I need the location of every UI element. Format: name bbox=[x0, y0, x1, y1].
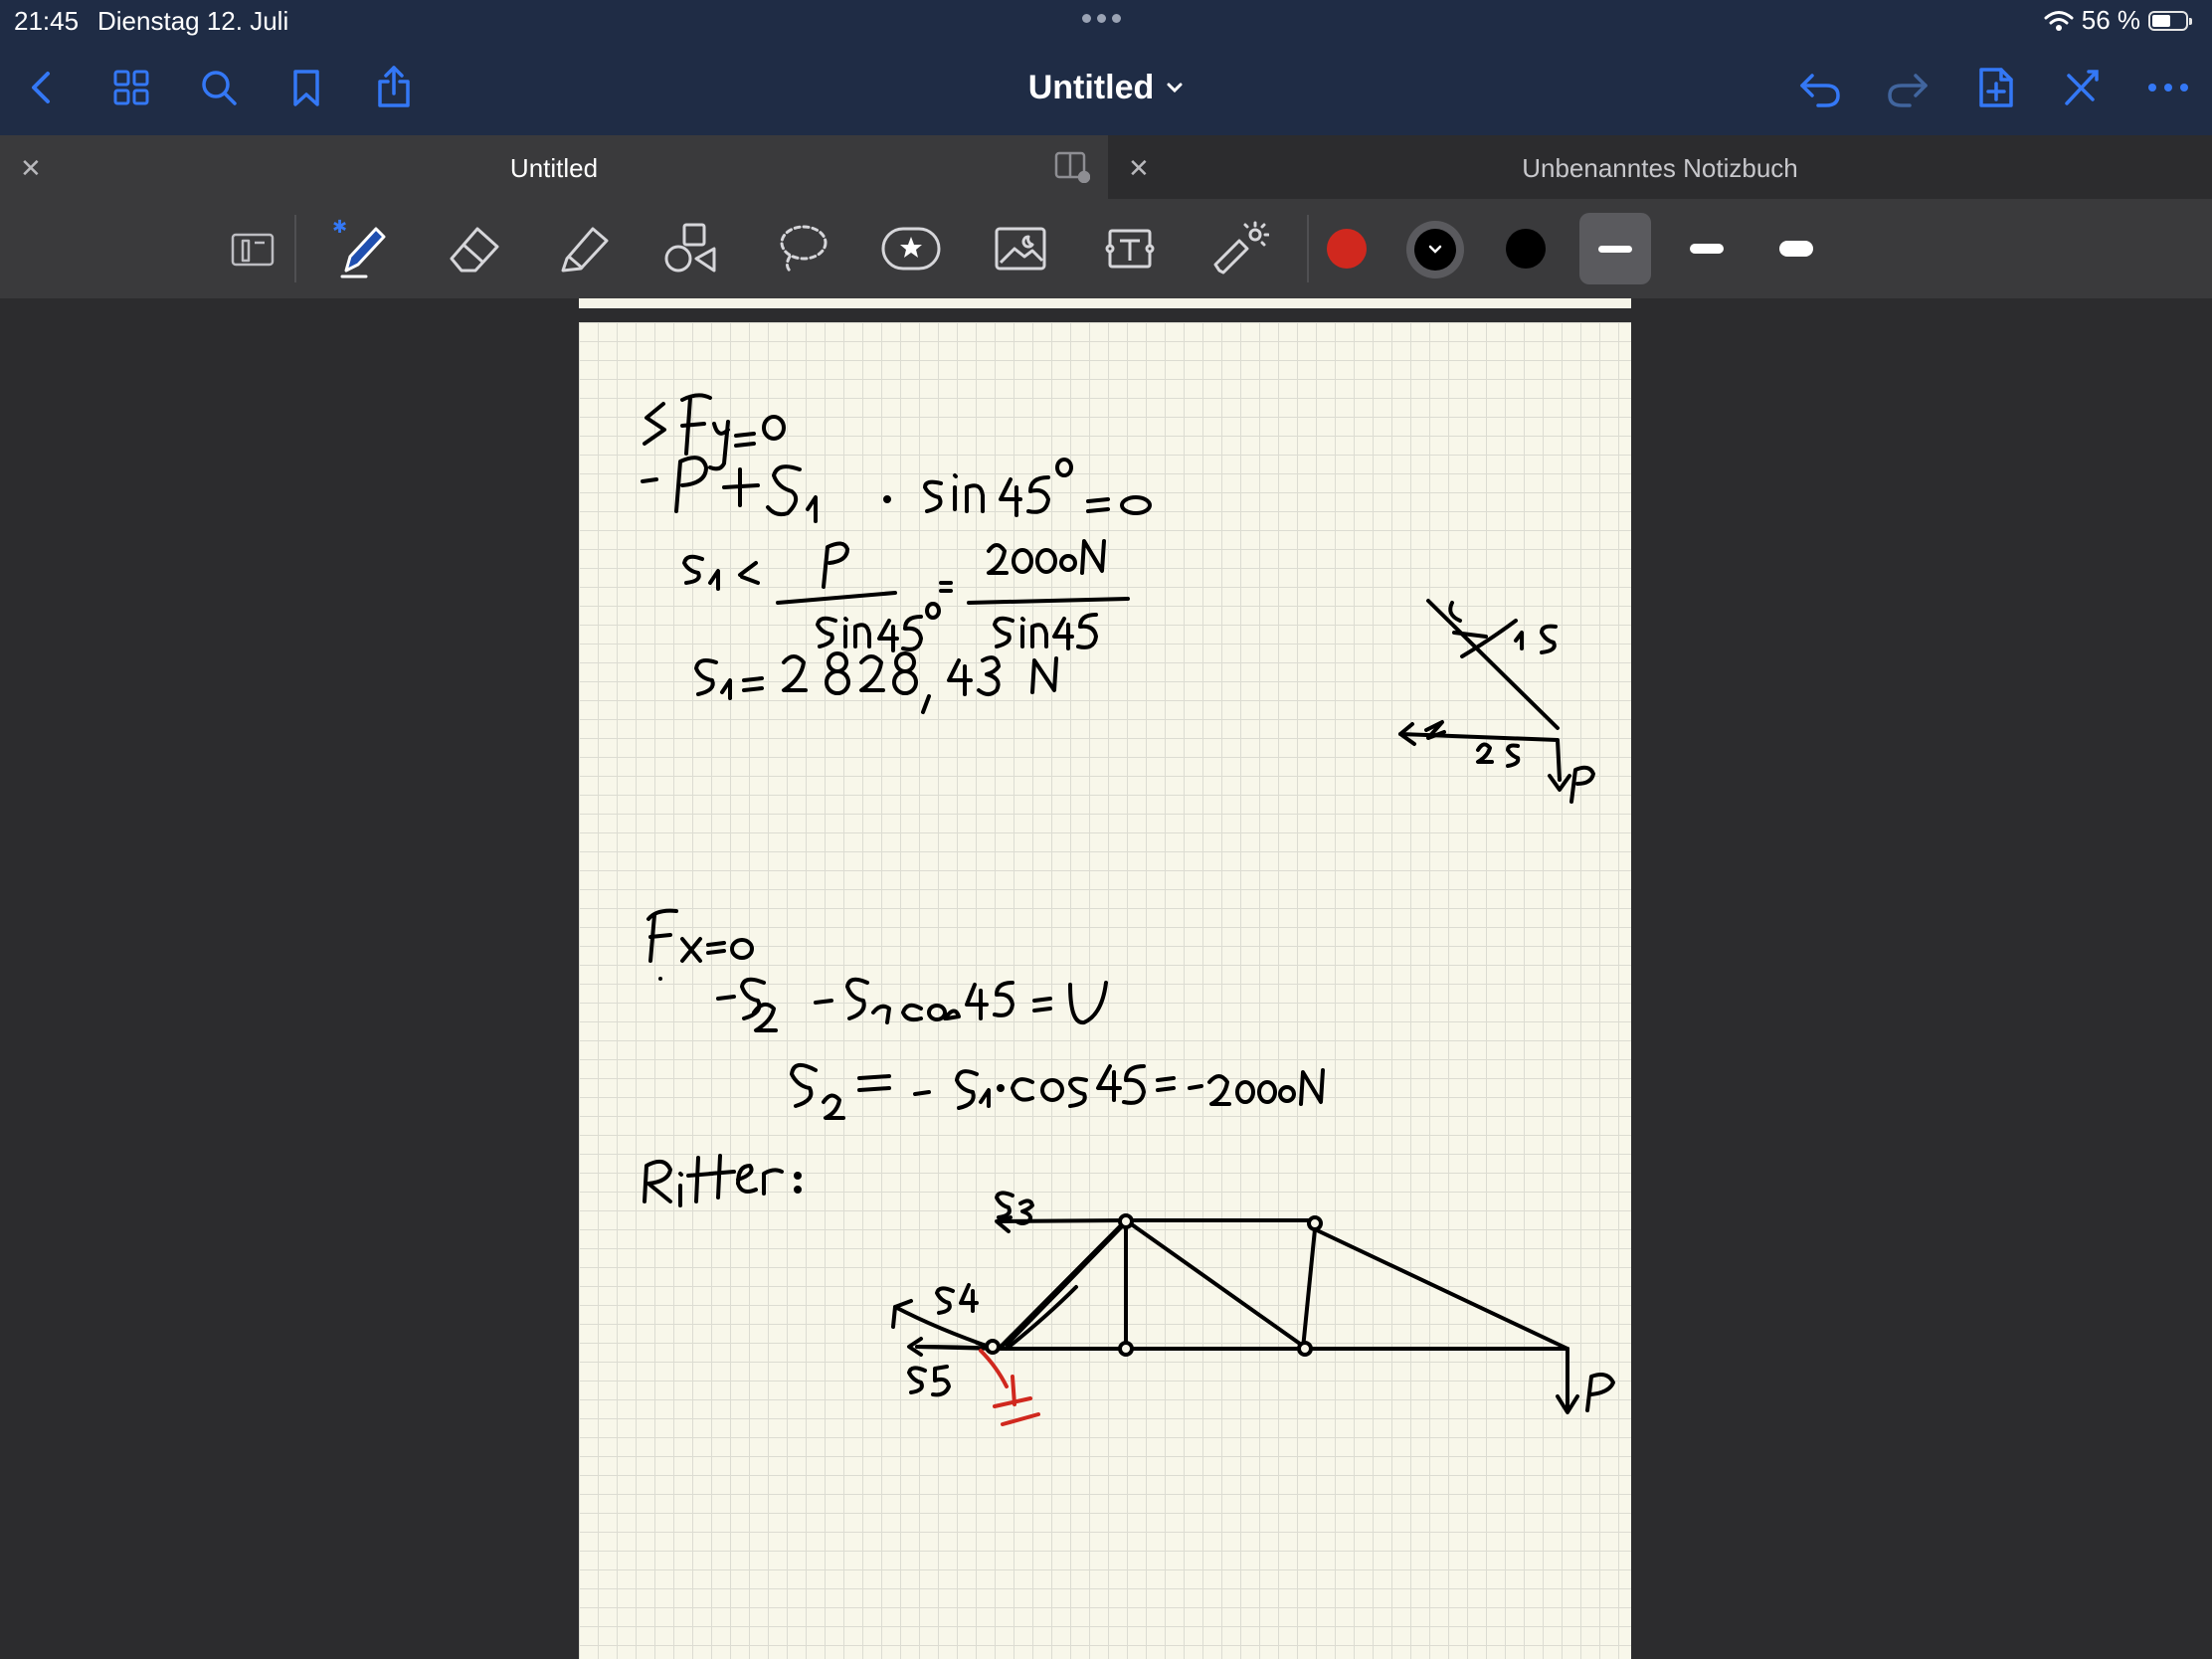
stroke-width-thin[interactable] bbox=[1579, 213, 1651, 284]
image-icon[interactable] bbox=[987, 217, 1054, 280]
bookmark-icon[interactable] bbox=[280, 62, 332, 113]
color-swatch-selected[interactable] bbox=[1406, 221, 1464, 278]
pen-icon[interactable]: ✱ bbox=[328, 217, 396, 280]
toolbar-divider bbox=[294, 215, 296, 282]
highlighter-icon[interactable] bbox=[549, 217, 617, 280]
battery-percent: 56 % bbox=[2081, 5, 2140, 35]
back-icon[interactable] bbox=[16, 62, 68, 113]
stroke-width-thick[interactable] bbox=[1760, 213, 1832, 284]
tab-bar: ✕ Untitled ✕ Unbenanntes Notizbuch bbox=[0, 135, 2212, 199]
shapes-icon[interactable] bbox=[658, 217, 726, 280]
chevron-down-icon bbox=[1167, 83, 1183, 93]
document-title[interactable]: Untitled bbox=[975, 64, 1237, 111]
color-swatch-black[interactable] bbox=[1506, 229, 1546, 269]
handwriting-layer bbox=[641, 393, 1615, 1426]
share-icon[interactable] bbox=[368, 62, 420, 113]
multitasking-dots-icon[interactable] bbox=[1082, 14, 1121, 23]
laser-pointer-icon[interactable] bbox=[1205, 217, 1273, 280]
tab-unbenanntes-notizbuch[interactable]: ✕ Unbenanntes Notizbuch bbox=[1108, 135, 2212, 199]
tab-untitled[interactable]: ✕ Untitled bbox=[0, 135, 1108, 199]
close-pen-icon[interactable] bbox=[2055, 62, 2107, 113]
toolbar-divider bbox=[1307, 215, 1309, 282]
eraser-icon[interactable] bbox=[440, 217, 507, 280]
status-time: 21:45 bbox=[14, 6, 80, 36]
more-icon[interactable] bbox=[2142, 62, 2194, 113]
tool-bar: ✱ bbox=[0, 199, 2212, 298]
color-swatch-red[interactable] bbox=[1327, 229, 1367, 269]
wifi-icon bbox=[2044, 10, 2074, 31]
canvas-area[interactable] bbox=[0, 298, 2212, 1659]
tab-label: Untitled bbox=[509, 153, 599, 183]
navigation-bar: Untitled bbox=[0, 40, 2212, 135]
status-right: 56 % bbox=[2044, 5, 2192, 36]
tab-label: Unbenanntes Notizbuch bbox=[1522, 153, 1798, 183]
redo-icon[interactable] bbox=[1882, 62, 1934, 113]
status-bar: 21:45 Dienstag 12. Juli 56 % bbox=[0, 0, 2212, 40]
text-icon[interactable] bbox=[1096, 217, 1164, 280]
svg-text:✱: ✱ bbox=[332, 217, 347, 238]
note-page[interactable] bbox=[579, 322, 1631, 1659]
chevron-down-icon bbox=[1428, 245, 1442, 254]
lasso-icon[interactable] bbox=[768, 217, 835, 280]
previous-page[interactable] bbox=[579, 298, 1631, 308]
document-title-label: Untitled bbox=[1027, 68, 1155, 106]
stroke-width-medium[interactable] bbox=[1671, 213, 1743, 284]
undo-icon[interactable] bbox=[1794, 62, 1846, 113]
battery-icon bbox=[2148, 10, 2192, 31]
search-icon[interactable] bbox=[193, 62, 245, 113]
status-date: Dienstag 12. Juli bbox=[97, 6, 289, 36]
add-page-icon[interactable] bbox=[1969, 62, 2021, 113]
grid-icon[interactable] bbox=[105, 62, 157, 113]
read-only-icon[interactable] bbox=[219, 217, 286, 280]
split-view-icon[interactable] bbox=[1054, 151, 1090, 183]
sticker-icon[interactable] bbox=[877, 217, 945, 280]
